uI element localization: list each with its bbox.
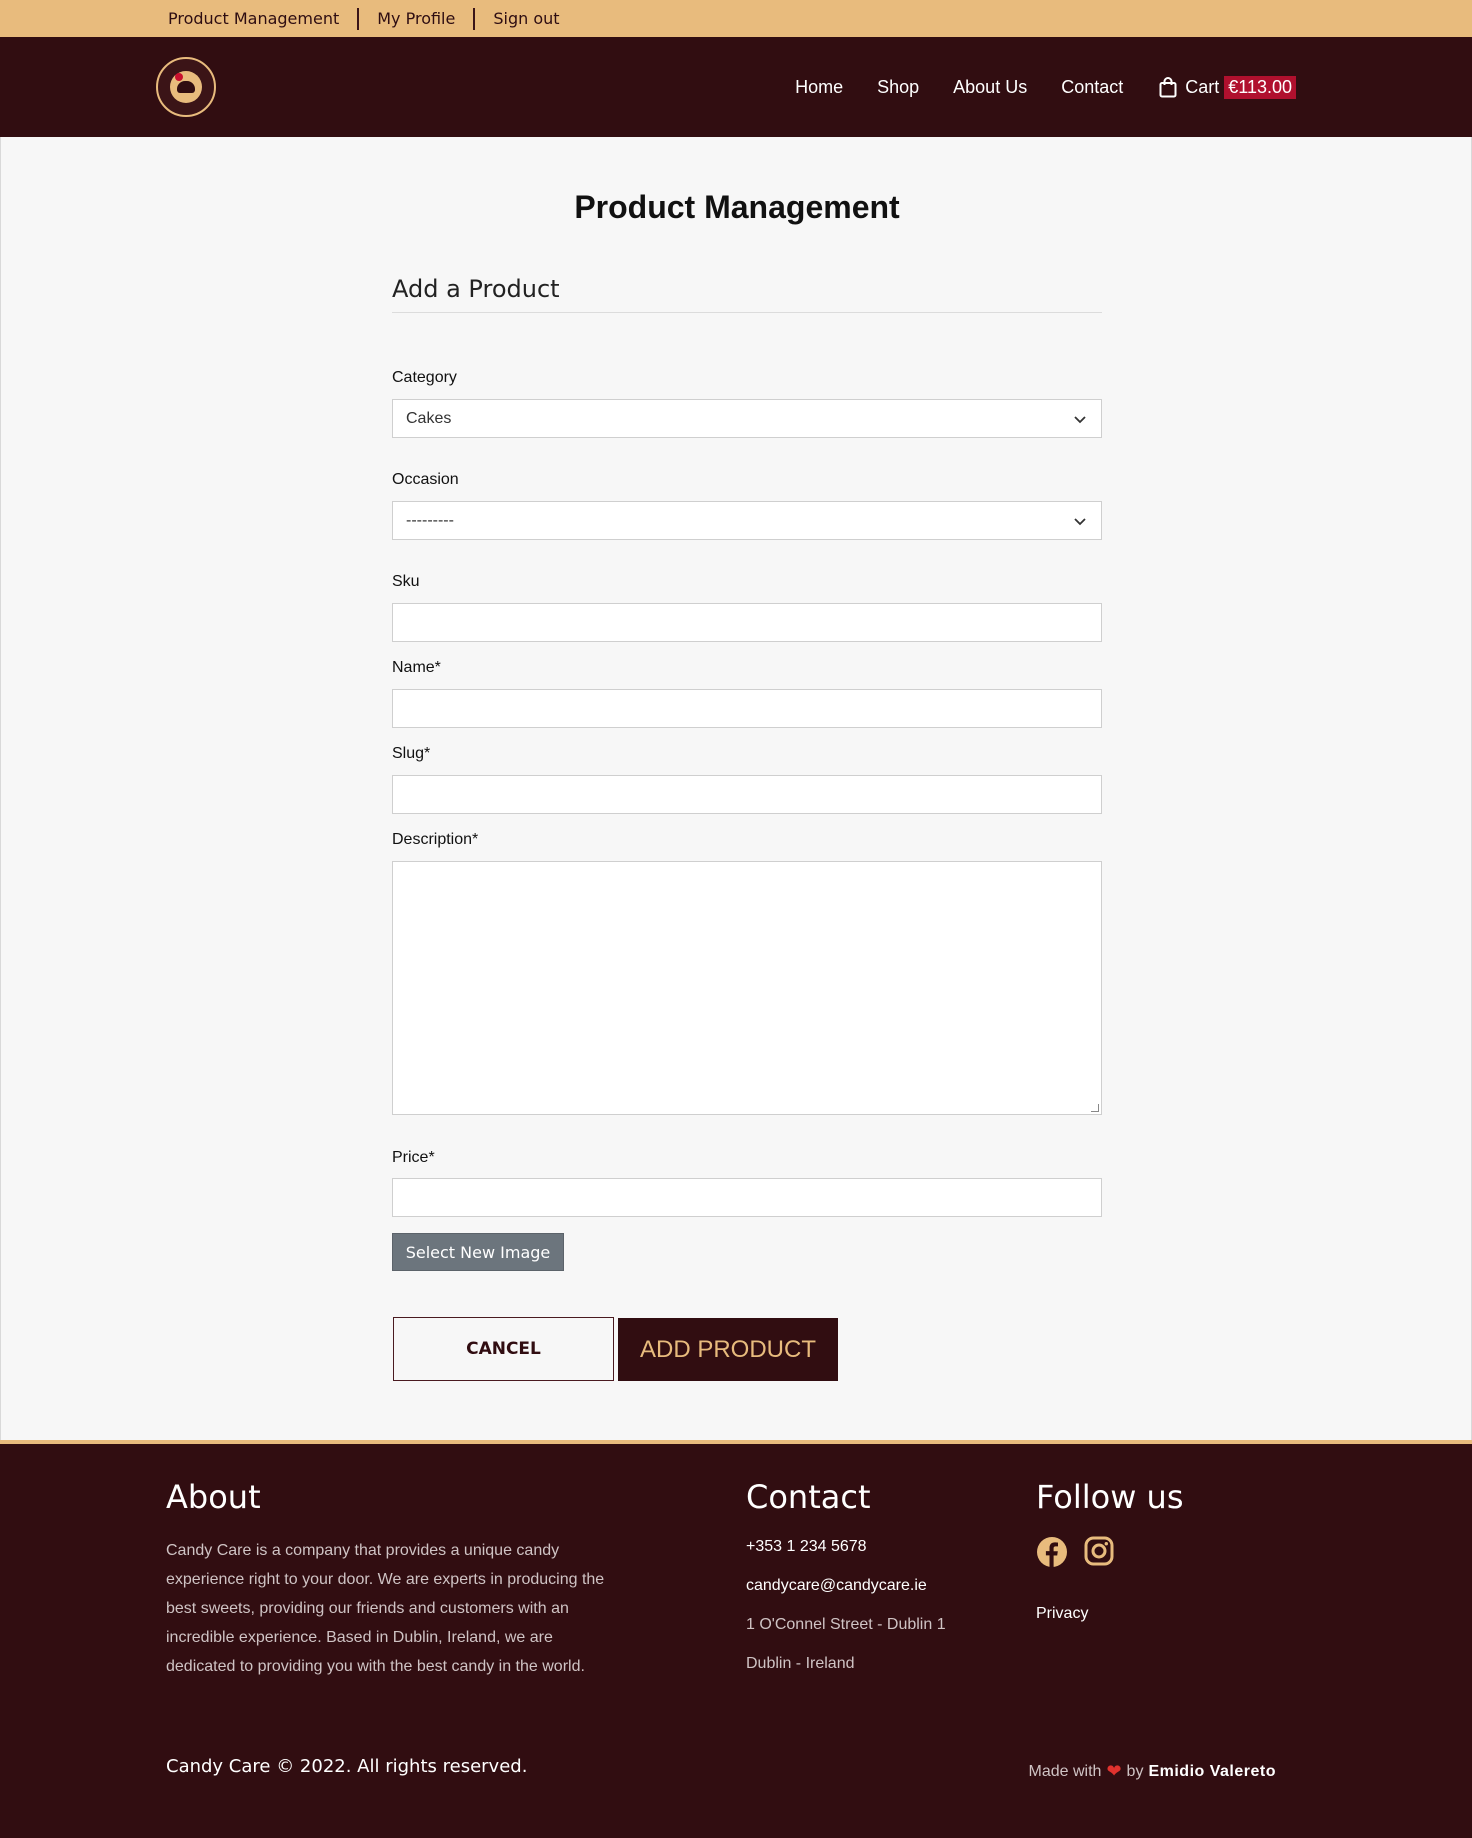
occasion-select[interactable]: ---------: [392, 501, 1102, 540]
made-with-text: Made with: [1028, 1762, 1102, 1780]
instagram-icon[interactable]: [1084, 1536, 1114, 1573]
facebook-icon[interactable]: [1036, 1536, 1068, 1573]
sign-out-link[interactable]: Sign out: [475, 9, 577, 29]
follow-us-heading: Follow us: [1036, 1478, 1184, 1516]
main-navbar: Home Shop About Us Contact Cart €113.00: [0, 37, 1472, 137]
contact-phone[interactable]: +353 1 234 5678: [746, 1538, 867, 1556]
site-footer: About Candy Care is a company that provi…: [0, 1440, 1472, 1838]
account-links: Product Management My Profile Sign out: [168, 0, 578, 37]
nav-about-us[interactable]: About Us: [953, 76, 1027, 98]
primary-nav: Home Shop About Us Contact Cart €113.00: [761, 37, 1296, 137]
sku-label: Sku: [392, 573, 420, 590]
about-text: Candy Care is a company that provides a …: [166, 1542, 605, 1675]
privacy-link[interactable]: Privacy: [1036, 1605, 1088, 1623]
select-new-image-button[interactable]: Select New Image: [392, 1233, 564, 1271]
shopping-bag-icon: [1159, 76, 1177, 97]
name-label: Name*: [392, 659, 441, 676]
chevron-down-icon: [1074, 518, 1086, 526]
author-name[interactable]: Emidio Valereto: [1148, 1763, 1276, 1781]
chevron-down-icon: [1074, 416, 1086, 424]
category-selected-value: Cakes: [406, 409, 452, 427]
cart-total-badge: €113.00: [1224, 75, 1296, 99]
heading-divider: [392, 312, 1102, 313]
cake-icon: [177, 81, 195, 93]
category-label: Category: [392, 369, 457, 386]
occasion-label: Occasion: [392, 471, 459, 488]
nav-home[interactable]: Home: [795, 76, 843, 98]
sku-input[interactable]: [392, 603, 1102, 642]
slug-label: Slug*: [392, 745, 431, 762]
description-textarea[interactable]: [392, 861, 1102, 1115]
contact-address-line2: Dublin - Ireland: [746, 1655, 855, 1672]
cherry-icon: [175, 73, 183, 81]
cancel-button[interactable]: CANCEL: [393, 1317, 614, 1381]
by-text: by: [1126, 1762, 1144, 1780]
contact-address-line1: 1 O'Connel Street - Dublin 1: [746, 1616, 946, 1633]
description-label: Description*: [392, 831, 479, 848]
product-management-link[interactable]: Product Management: [168, 9, 357, 29]
heart-icon: ❤: [1106, 1761, 1122, 1781]
slug-input[interactable]: [392, 775, 1102, 814]
add-product-button[interactable]: ADD PRODUCT: [618, 1318, 838, 1381]
cart-label: Cart: [1185, 76, 1220, 97]
occasion-selected-value: ---------: [406, 511, 454, 529]
made-with-credit: Made with ❤ by Emidio Valereto: [1029, 1761, 1276, 1782]
nav-contact[interactable]: Contact: [1061, 76, 1123, 98]
nav-shop[interactable]: Shop: [877, 76, 919, 98]
main-content: Product Management Add a Product Categor…: [0, 137, 1472, 1440]
price-input[interactable]: [392, 1178, 1102, 1217]
social-links: [1036, 1536, 1130, 1573]
form-heading: Add a Product: [392, 275, 560, 303]
category-select[interactable]: Cakes: [392, 399, 1102, 438]
page-title: Product Management: [574, 189, 900, 225]
top-utility-bar: Product Management My Profile Sign out: [0, 0, 1472, 37]
cart-button[interactable]: Cart €113.00: [1159, 75, 1296, 99]
name-input[interactable]: [392, 689, 1102, 728]
copyright-text: Candy Care © 2022. All rights reserved.: [166, 1756, 528, 1777]
candy-care-logo[interactable]: [156, 57, 216, 117]
contact-email[interactable]: candycare@candycare.ie: [746, 1577, 927, 1595]
my-profile-link[interactable]: My Profile: [359, 9, 473, 29]
resize-handle-icon[interactable]: [1091, 1104, 1099, 1112]
about-heading: About: [166, 1478, 261, 1516]
contact-heading: Contact: [746, 1478, 871, 1516]
price-label: Price*: [392, 1149, 435, 1166]
